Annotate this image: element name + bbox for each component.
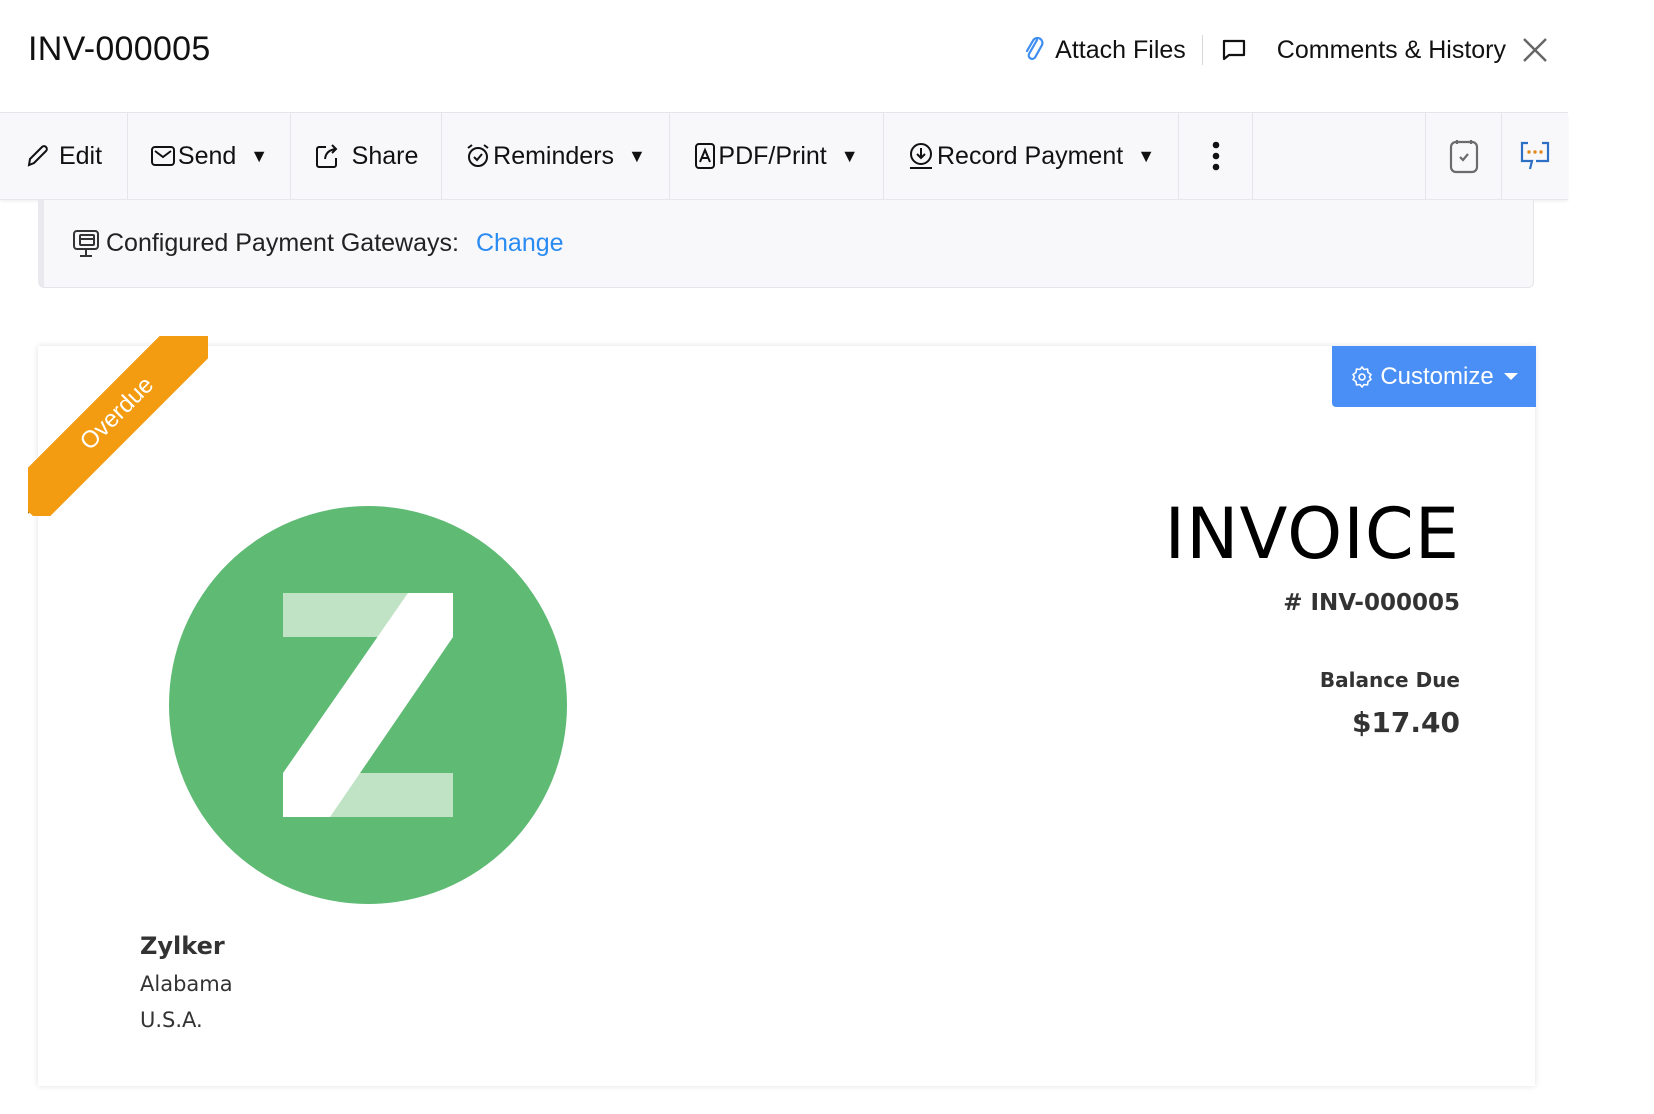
comment-icon	[1222, 39, 1245, 61]
chevron-down-icon: ▼	[1137, 145, 1156, 166]
chat-button[interactable]	[1502, 113, 1568, 199]
action-toolbar: Edit Send ▼ Share Reminders ▼ PDF/Print …	[0, 113, 1568, 200]
org-name: Zylker	[140, 932, 225, 960]
org-state: Alabama	[140, 972, 233, 996]
close-button[interactable]	[1522, 37, 1548, 63]
change-gateway-link[interactable]: Change	[476, 229, 564, 258]
gateway-label: Configured Payment Gateways:	[106, 229, 459, 257]
page-title: INV-000005	[28, 30, 211, 68]
overdue-badge: Overdue	[28, 336, 208, 516]
header-actions: Attach Files Comments & History	[1023, 28, 1568, 72]
customize-label: Customize	[1380, 362, 1494, 390]
org-country: U.S.A.	[140, 1008, 203, 1032]
mail-icon	[150, 146, 175, 166]
customize-button[interactable]: Customize	[1332, 346, 1536, 407]
share-button[interactable]: Share	[291, 113, 442, 199]
chevron-down-icon: ▼	[250, 145, 269, 166]
send-label: Send	[177, 141, 237, 170]
gear-icon	[1352, 365, 1373, 388]
attach-files-label: Attach Files	[1055, 35, 1186, 64]
send-button[interactable]: Send ▼	[128, 113, 291, 199]
pencil-icon	[27, 145, 48, 167]
record-payment-label: Record Payment	[936, 141, 1124, 170]
caret-down-icon	[1503, 373, 1518, 380]
chevron-down-icon: ▼	[840, 145, 859, 166]
reminders-label: Reminders	[493, 141, 615, 170]
edit-button[interactable]: Edit	[0, 113, 128, 199]
close-icon	[1523, 38, 1547, 62]
more-vertical-icon	[1212, 141, 1219, 171]
more-options-button[interactable]	[1179, 113, 1253, 199]
invoice-heading: INVOICE	[1164, 493, 1460, 575]
comments-history-label: Comments & History	[1276, 35, 1506, 64]
alarm-clock-icon	[467, 144, 489, 167]
header-bar: INV-000005 Attach Files Comments & Histo…	[0, 0, 1568, 113]
comments-history-button[interactable]: Comments & History	[1221, 36, 1506, 65]
payment-gateway-banner: Configured Payment Gateways: Change	[38, 200, 1534, 288]
divider	[1201, 35, 1203, 65]
company-logo	[169, 506, 567, 904]
payment-terminal-icon	[73, 229, 99, 257]
edit-label: Edit	[58, 141, 103, 170]
attach-files-button[interactable]: Attach Files	[1023, 36, 1186, 65]
invoice-header: INVOICE # INV-000005 Balance Due $17.40	[1164, 492, 1460, 739]
share-icon	[315, 144, 338, 168]
organization-address: Zylker Alabama U.S.A.	[140, 932, 233, 1032]
payment-download-icon	[909, 143, 932, 169]
pdf-print-label: PDF/Print	[718, 141, 827, 170]
paperclip-icon	[1026, 36, 1044, 60]
calendar-check-icon	[1449, 140, 1478, 174]
balance-due-label: Balance Due	[1319, 668, 1460, 692]
pdf-icon	[695, 143, 716, 169]
chevron-down-icon: ▼	[628, 145, 646, 166]
balance-due-value: $17.40	[1351, 706, 1460, 739]
pdf-print-button[interactable]: PDF/Print ▼	[670, 113, 884, 199]
status-ribbon: Overdue	[28, 336, 208, 516]
tasks-button[interactable]	[1426, 113, 1502, 199]
invoice-number: # INV-000005	[1283, 590, 1460, 616]
reminders-button[interactable]: Reminders ▼	[442, 113, 670, 199]
record-payment-button[interactable]: Record Payment ▼	[884, 113, 1179, 199]
share-label: Share	[351, 141, 419, 170]
toolbar-spacer	[1253, 113, 1426, 199]
chat-icon	[1520, 141, 1550, 170]
